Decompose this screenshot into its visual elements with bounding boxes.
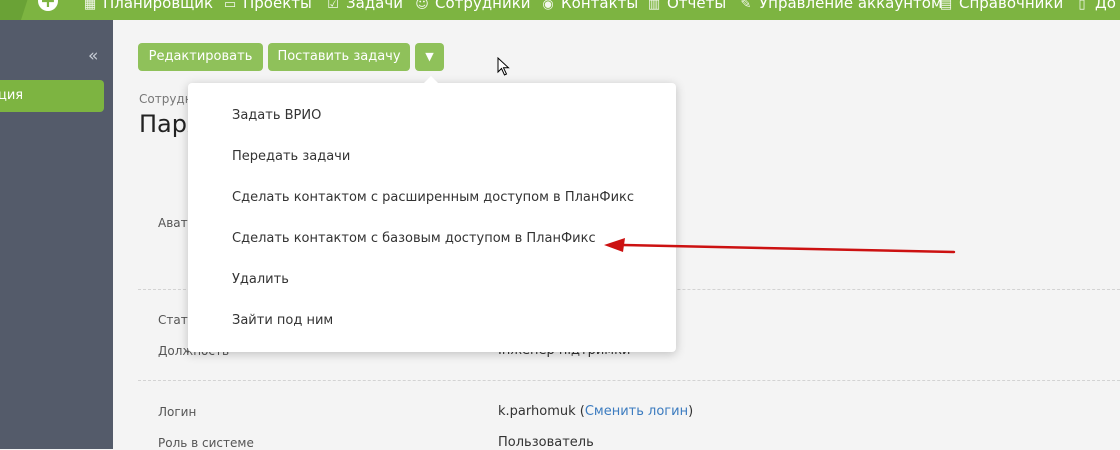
logo	[0, 0, 30, 20]
dropdown-pointer	[424, 76, 438, 83]
set-task-button[interactable]: Поставить задачу	[268, 43, 410, 71]
menu-item-delete[interactable]: Удалить	[232, 270, 289, 290]
chevron-down-icon: ▼	[425, 50, 434, 63]
login-value: k.parhomuk	[498, 404, 576, 419]
nav-item-references[interactable]: ▤ Справочники	[938, 0, 1063, 13]
login-value-row: k.parhomuk (Сменить логин)	[498, 404, 694, 419]
actions-dropdown-menu: Задать ВРИО Передать задачи Сделать конт…	[188, 76, 676, 352]
breadcrumb[interactable]: Сотрудн	[139, 92, 193, 106]
role-value: Пользователь	[498, 435, 594, 450]
collapse-sidebar-icon[interactable]: «	[88, 46, 98, 66]
nav-item-more[interactable]: ▯ До	[1074, 0, 1115, 13]
menu-item-transfer-tasks[interactable]: Передать задачи	[232, 147, 350, 167]
bar-chart-icon: ▥	[647, 0, 661, 12]
people-icon: ☺	[415, 0, 429, 12]
edit-button[interactable]: Редактировать	[138, 43, 263, 71]
doc-icon: ▯	[1078, 0, 1086, 12]
checkbox-icon: ☑	[327, 0, 339, 12]
book-icon: ▤	[939, 0, 953, 12]
role-label: Роль в системе	[158, 436, 254, 450]
add-icon[interactable]: +	[38, 0, 58, 11]
nav-item-contacts[interactable]: ◉ Контакты	[540, 0, 638, 13]
menu-item-login-as[interactable]: Зайти под ним	[232, 311, 333, 331]
sidebar-item-active[interactable]: ция	[0, 80, 104, 112]
sidebar-item-label: ция	[0, 88, 24, 103]
nav-item-tasks[interactable]: ☑ Задачи	[325, 0, 403, 13]
divider	[138, 380, 1120, 381]
menu-item-make-contact-extended[interactable]: Сделать контактом с расширенным доступом…	[232, 188, 634, 208]
change-login-link[interactable]: Сменить логин	[585, 404, 688, 419]
wrench-icon: ✎	[740, 0, 752, 12]
nav-item-planner[interactable]: ▦ Планировщик	[82, 0, 213, 13]
mouse-cursor-icon	[497, 57, 510, 76]
sidebar: « ция	[0, 20, 113, 449]
nav-item-reports[interactable]: ▥ Отчеты	[646, 0, 726, 13]
nav-item-account[interactable]: ✎ Управление аккаунтом	[738, 0, 943, 13]
login-label: Логин	[158, 405, 197, 419]
calendar-grid-icon: ▦	[83, 0, 97, 12]
folder-icon: ▭	[223, 0, 237, 12]
nav-item-employees[interactable]: ☺ Сотрудники	[414, 0, 530, 13]
contact-icon: ◉	[542, 0, 554, 12]
nav-item-projects[interactable]: ▭ Проекты	[222, 0, 312, 13]
top-navigation: + ▦ Планировщик ▭ Проекты ☑ Задачи ☺ Сотрудн…	[0, 0, 1120, 20]
more-actions-button[interactable]: ▼	[415, 43, 444, 71]
menu-item-set-deputy[interactable]: Задать ВРИО	[232, 106, 321, 126]
menu-item-make-contact-basic[interactable]: Сделать контактом с базовым доступом в П…	[232, 229, 596, 249]
